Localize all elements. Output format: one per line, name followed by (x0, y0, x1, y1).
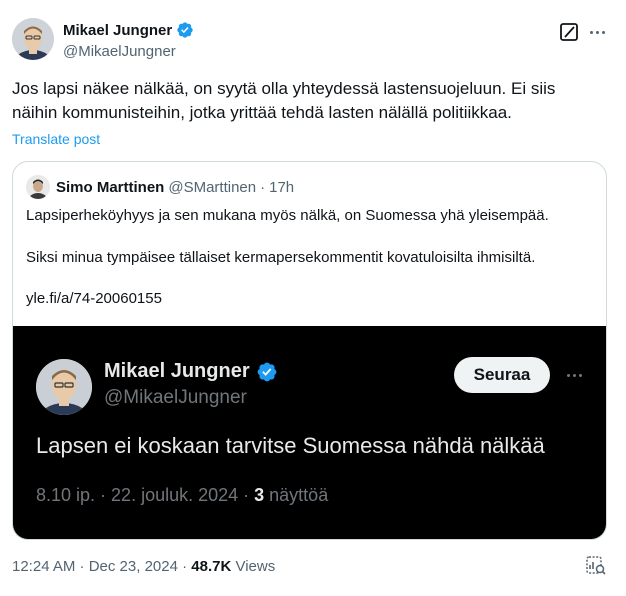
screenshot-views-count: 3 (254, 485, 265, 505)
translate-post-link[interactable]: Translate post (12, 131, 100, 147)
verified-badge-icon (257, 362, 277, 381)
screenshot-follow-button: Seuraa (454, 357, 550, 393)
grok-icon[interactable] (558, 21, 580, 43)
verified-badge-icon (177, 22, 193, 38)
author-handle[interactable]: @MikaelJungner (63, 43, 176, 60)
post-footer: 12:24 AM · Dec 23, 2024 · 48.7K Views (12, 558, 275, 575)
post-text-line: Jos lapsi näkee nälkää, on syytä olla yh… (12, 79, 556, 98)
post-text-line: näihin kommunisteihin, jotka yrittää teh… (12, 103, 512, 122)
screenshot-views-label: näyttöä (264, 485, 329, 505)
post-timestamp[interactable]: 12:24 AM · Dec 23, 2024 · (12, 558, 191, 575)
quote-author-avatar[interactable] (26, 175, 50, 199)
more-dots-icon (563, 366, 585, 384)
screenshot-author-name: Mikael Jungner (104, 360, 250, 382)
quote-time[interactable]: 17h (269, 179, 294, 196)
screenshot-post-text: Lapsen ei koskaan tarvitse Suomessa nähd… (36, 433, 545, 458)
quote-text-line: Siksi minua tympäisee tällaiset kermaper… (26, 249, 536, 266)
screenshot-author-name-row: Mikael Jungner (104, 360, 278, 383)
quote-author-name[interactable]: Simo Marttinen (56, 179, 164, 196)
analytics-icon[interactable] (585, 555, 607, 577)
quote-header: Simo Marttinen @SMarttinen · 17h (56, 179, 294, 196)
more-dots-icon[interactable] (585, 21, 609, 43)
author-name[interactable]: Mikael Jungner (63, 22, 172, 39)
screenshot-timestamp: 8.10 ip. · 22. jouluk. 2024 · (36, 485, 255, 505)
quote-link[interactable]: yle.fi/a/74-20060155 (26, 289, 162, 309)
author-avatar[interactable] (12, 18, 54, 60)
views-label: Views (231, 558, 276, 575)
author-name-row[interactable]: Mikael Jungner (63, 21, 194, 39)
post-text: Jos lapsi näkee nälkää, on syytä olla yh… (12, 77, 612, 125)
screenshot-avatar (36, 359, 92, 415)
quote-author-handle[interactable]: @SMarttinen (168, 179, 256, 196)
tweet-card: Mikael Jungner @MikaelJungner Jos lapsi … (0, 0, 626, 596)
embedded-screenshot[interactable]: Mikael Jungner @MikaelJungner Seuraa Lap… (13, 326, 606, 539)
quote-separator: · (260, 179, 266, 196)
screenshot-author-handle: @MikaelJungner (104, 387, 247, 408)
screenshot-meta: 8.10 ip. · 22. jouluk. 2024 · 3 näyttöä (36, 485, 328, 506)
quote-text-line: Lapsiperheköyhyys ja sen mukana myös näl… (26, 207, 549, 224)
quote-tweet[interactable]: Simo Marttinen @SMarttinen · 17h Lapsipe… (12, 161, 607, 540)
views-count: 48.7K (191, 558, 232, 575)
